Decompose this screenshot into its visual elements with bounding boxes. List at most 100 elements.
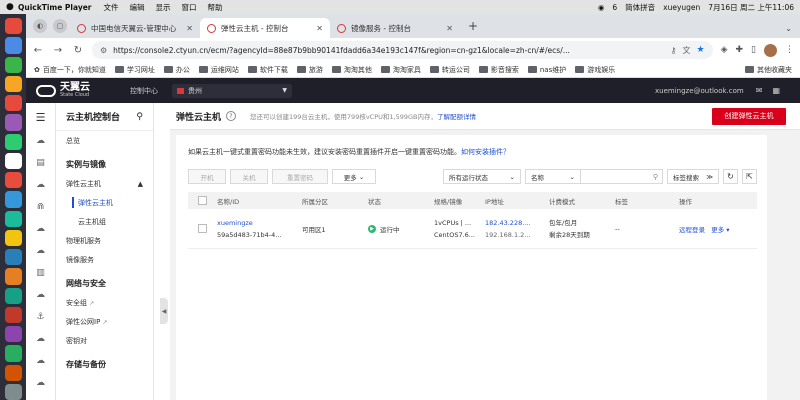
url-omnibox[interactable]: ⚙ https://console2.ctyun.cn/ecm/?agencyI… xyxy=(92,41,713,59)
database-icon[interactable]: ▥ xyxy=(36,268,45,278)
translate-icon[interactable]: 文 xyxy=(683,45,691,56)
hamburger-icon[interactable]: ☰ xyxy=(36,111,46,124)
reset-password-button[interactable]: 重置密码 xyxy=(272,169,328,184)
dock-app-icon[interactable] xyxy=(4,172,22,189)
refresh-icon[interactable]: ↻ xyxy=(723,169,738,184)
bookmark-folder[interactable]: 学习网址 xyxy=(114,65,155,75)
tab-search-icon[interactable]: ⌄ xyxy=(785,24,792,33)
instance-name-link[interactable]: xuemingze xyxy=(217,217,298,229)
avatar[interactable] xyxy=(764,43,777,57)
search-input[interactable]: ⚲ xyxy=(581,169,663,184)
close-tab-icon[interactable]: ✕ xyxy=(446,24,453,33)
menu-edit[interactable]: 编辑 xyxy=(130,2,145,13)
sidebar-item-ecs-sub[interactable]: 弹性云主机 xyxy=(56,193,153,212)
browser-tab-active[interactable]: 弹性云主机 - 控制台 ✕ xyxy=(200,18,330,38)
site-info-icon[interactable]: ⚙ xyxy=(100,46,107,55)
apple-icon[interactable]: ● xyxy=(6,2,18,12)
col-name[interactable]: 名称/ID xyxy=(213,196,298,206)
menu-view[interactable]: 显示 xyxy=(156,2,171,13)
dock-app-icon[interactable] xyxy=(4,268,22,285)
key-icon[interactable]: ⚷ xyxy=(671,46,677,55)
status-filter-select[interactable]: 所有运行状态 ⌄ xyxy=(443,169,521,184)
close-tab-icon[interactable]: ✕ xyxy=(316,24,323,33)
create-ecs-button[interactable]: 创建弹性云主机 xyxy=(712,107,786,125)
public-ip-link[interactable]: 182.43.228.... xyxy=(485,217,545,229)
control-center-link[interactable]: 控制中心 xyxy=(130,86,158,96)
app-name[interactable]: QuickTime Player xyxy=(18,3,92,12)
cloud-icon[interactable]: ☁ xyxy=(36,356,45,366)
install-plugin-link[interactable]: 如何安装插件？ xyxy=(461,148,510,156)
dock-app-icon[interactable] xyxy=(4,229,22,246)
profile-icon[interactable]: ◐ xyxy=(33,19,47,33)
account-email[interactable]: xuemingze@outlook.com xyxy=(655,87,744,95)
dock-app-icon[interactable] xyxy=(4,287,22,304)
quota-detail-link[interactable]: 了解配额详情 xyxy=(437,113,476,121)
dock-app-icon[interactable] xyxy=(4,75,22,92)
back-icon[interactable]: ← xyxy=(32,45,44,56)
dock-app-icon[interactable] xyxy=(4,152,22,169)
col-tag[interactable]: 标签 xyxy=(611,196,675,206)
other-bookmarks[interactable]: 其他收藏夹 xyxy=(745,65,792,75)
dock-app-icon[interactable] xyxy=(4,95,22,112)
forward-icon[interactable]: → xyxy=(52,45,64,56)
extension-icon[interactable]: ◈ xyxy=(721,45,728,55)
bookmark-folder[interactable]: 运维网站 xyxy=(198,65,239,75)
bookmark-folder[interactable]: 办公 xyxy=(163,65,190,75)
bookmark-folder[interactable]: 软件下载 xyxy=(247,65,288,75)
more-actions-button[interactable]: 更多 ⌄ xyxy=(332,169,376,184)
menu-kebab-icon[interactable]: ⋮ xyxy=(785,45,794,55)
extensions-puzzle-icon[interactable]: ✚ xyxy=(736,45,744,55)
dock-app-icon[interactable] xyxy=(4,191,22,208)
sidepanel-icon[interactable]: ▯ xyxy=(751,45,756,55)
cloud-icon[interactable]: ☁ xyxy=(36,224,45,234)
dock-app-icon[interactable] xyxy=(4,114,22,131)
sidebar-item-security-group[interactable]: 安全组 ↗ xyxy=(56,293,153,312)
row-more-link[interactable]: 更多 ▾ xyxy=(711,226,729,234)
dock-app-icon[interactable] xyxy=(4,345,22,362)
new-tab-icon[interactable]: + xyxy=(468,19,478,33)
tag-search-select[interactable]: 标签搜索 ≫ xyxy=(667,169,719,184)
dock-app-icon[interactable] xyxy=(4,133,22,150)
reload-icon[interactable]: ↻ xyxy=(72,45,84,56)
dock-app-icon[interactable] xyxy=(4,383,22,400)
sidebar-item-ecs-group[interactable]: 云主机组 xyxy=(56,212,153,231)
bookmark-baidu[interactable]: ✿ 百度一下，你就知道 xyxy=(34,65,106,75)
url-text[interactable]: https://console2.ctyun.cn/ecm/?agencyId=… xyxy=(113,46,664,55)
row-checkbox[interactable] xyxy=(198,224,207,233)
select-all-checkbox[interactable] xyxy=(198,196,207,205)
input-method[interactable]: 简体拼音 xyxy=(625,2,655,13)
cloud-icon[interactable]: ☁ xyxy=(36,290,45,300)
dock-app-icon[interactable] xyxy=(4,249,22,266)
server-icon[interactable]: ▤ xyxy=(36,158,45,168)
bookmark-folder[interactable]: 游戏娱乐 xyxy=(575,65,615,75)
grid-icon[interactable]: ▦ xyxy=(772,86,780,95)
sidebar-item-image[interactable]: 镜像服务 xyxy=(56,250,153,269)
search-icon[interactable]: ⚲ xyxy=(653,173,658,181)
start-button[interactable]: 开机 xyxy=(188,169,226,184)
bookmark-folder[interactable]: 淘淘家具 xyxy=(380,65,421,75)
cloud-icon[interactable]: ☁ xyxy=(36,180,45,190)
col-ip[interactable]: IP地址 xyxy=(481,196,545,206)
col-billing[interactable]: 计费模式 xyxy=(545,196,611,206)
bridge-icon[interactable]: ⋒ xyxy=(37,202,45,212)
cloud-icon[interactable]: ☁ xyxy=(36,334,45,344)
col-zone[interactable]: 所属分区 xyxy=(298,196,364,206)
col-spec[interactable]: 规格/镜像 xyxy=(430,196,481,206)
dock-app-icon[interactable] xyxy=(4,306,22,323)
bookmark-folder[interactable]: 影音搜索 xyxy=(478,65,519,75)
menu-window[interactable]: 窗口 xyxy=(182,2,197,13)
cloud-icon[interactable]: ☁ xyxy=(36,246,45,256)
dock-app-icon[interactable] xyxy=(4,210,22,227)
region-selector[interactable]: 贵州 ▼ xyxy=(172,83,292,98)
export-icon[interactable]: ⇱ xyxy=(742,169,757,184)
sidebar-item-ecs[interactable]: 弹性云主机 ▲ xyxy=(56,174,153,193)
remote-login-link[interactable]: 远程登录 xyxy=(679,226,705,234)
sidebar-item-overview[interactable]: 总览 xyxy=(56,131,153,150)
sidebar-item-physical[interactable]: 物理机服务 xyxy=(56,231,153,250)
stop-button[interactable]: 关机 xyxy=(230,169,268,184)
field-filter-select[interactable]: 名称 ⌄ xyxy=(525,169,581,184)
close-tab-icon[interactable]: ✕ xyxy=(186,24,193,33)
sidebar-item-keypair[interactable]: 密钥对 xyxy=(56,331,153,350)
datetime[interactable]: 7月16日 周二 上午11:06 xyxy=(708,2,794,13)
menu-file[interactable]: 文件 xyxy=(104,2,119,13)
